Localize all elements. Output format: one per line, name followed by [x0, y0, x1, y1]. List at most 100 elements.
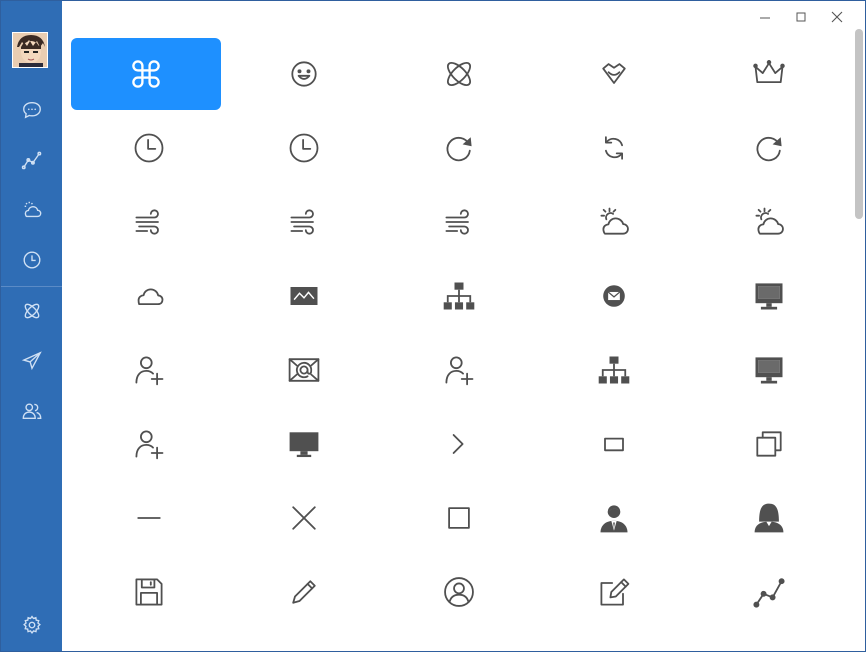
email-at-icon [286, 352, 322, 388]
icon-cell[interactable] [226, 259, 381, 333]
icon-cell[interactable] [381, 111, 536, 185]
icon-cell[interactable] [226, 555, 381, 629]
sidebar-item-atom[interactable] [1, 291, 62, 331]
monitor-icon [751, 352, 787, 388]
icon-cell[interactable] [71, 333, 226, 407]
desktop-icon [286, 426, 322, 462]
sidebar-item-send[interactable] [1, 341, 62, 381]
wind-icon [441, 204, 477, 240]
icon-cell[interactable] [691, 407, 846, 481]
user-add-icon [131, 352, 167, 388]
icon-cell[interactable] [691, 37, 846, 111]
icon-cell[interactable] [71, 481, 226, 555]
icon-cell[interactable] [381, 185, 536, 259]
refresh-icon [441, 130, 477, 166]
sidebar [1, 1, 62, 651]
sidebar-divider [1, 286, 62, 287]
user-circle-icon [441, 574, 477, 610]
icon-cell[interactable] [71, 111, 226, 185]
icon-cell[interactable] [226, 333, 381, 407]
icon-cell[interactable] [691, 185, 846, 259]
gear-icon [22, 615, 41, 635]
minimize-icon [131, 500, 167, 536]
sitemap-icon [441, 278, 477, 314]
icon-cell[interactable] [71, 259, 226, 333]
close-button[interactable] [819, 7, 855, 27]
edit-icon [596, 574, 632, 610]
icon-cell[interactable] [381, 37, 536, 111]
icon-cell[interactable] [536, 111, 691, 185]
icon-cell[interactable] [226, 481, 381, 555]
icon-cell[interactable] [226, 407, 381, 481]
close-icon [286, 500, 322, 536]
icon-cell[interactable] [691, 259, 846, 333]
chat-bubble-icon [22, 101, 41, 119]
icon-cell[interactable] [71, 555, 226, 629]
icon-cell[interactable] [691, 333, 846, 407]
icon-cell[interactable] [536, 259, 691, 333]
icon-cell[interactable] [226, 185, 381, 259]
wind-icon [131, 204, 167, 240]
icon-cell[interactable] [71, 185, 226, 259]
pencil-icon [286, 574, 322, 610]
clock-icon [131, 130, 167, 166]
icon-cell[interactable] [71, 38, 221, 110]
icon-cell[interactable] [536, 37, 691, 111]
user-add-icon [131, 426, 167, 462]
window-controls [747, 7, 855, 27]
icon-cell[interactable] [226, 37, 381, 111]
image-icon [286, 278, 322, 314]
scrollbar-thumb[interactable] [855, 29, 863, 219]
users-icon [22, 403, 41, 420]
sidebar-item-weather[interactable] [1, 190, 62, 230]
close-icon [831, 11, 843, 23]
maximize-icon [441, 500, 477, 536]
chevron-right-icon [441, 426, 477, 462]
icon-cell[interactable] [381, 481, 536, 555]
heart-box-icon [596, 56, 632, 92]
icon-cell[interactable] [226, 111, 381, 185]
cloud-sun-icon [751, 204, 787, 240]
icon-cell[interactable] [691, 111, 846, 185]
icon-cell[interactable] [381, 333, 536, 407]
avatar[interactable] [12, 32, 48, 68]
cloud-sun-icon [24, 201, 41, 218]
wind-icon [286, 204, 322, 240]
sitemap-icon [596, 352, 632, 388]
paper-plane-icon [21, 351, 42, 371]
user-add-icon [441, 352, 477, 388]
icon-gallery [63, 31, 849, 651]
crown-icon [751, 56, 787, 92]
sidebar-item-users[interactable] [1, 391, 62, 431]
icon-cell[interactable] [381, 407, 536, 481]
maximize-button[interactable] [783, 7, 819, 27]
vertical-scrollbar[interactable] [855, 29, 863, 651]
sidebar-item-clock[interactable] [1, 240, 62, 280]
monitor-icon [751, 278, 787, 314]
atom-icon [441, 56, 477, 92]
icon-cell[interactable] [691, 555, 846, 629]
line-chart-icon [751, 574, 787, 610]
sidebar-item-chart[interactable] [1, 140, 62, 180]
maximize-icon [796, 12, 806, 22]
icon-cell[interactable] [71, 407, 226, 481]
icon-cell[interactable] [536, 481, 691, 555]
icon-cell[interactable] [691, 481, 846, 555]
icon-cell[interactable] [536, 185, 691, 259]
icon-cell[interactable] [536, 407, 691, 481]
icon-cell[interactable] [536, 555, 691, 629]
mail-circle-icon [596, 278, 632, 314]
smile-icon [286, 56, 322, 92]
sidebar-item-chat[interactable] [1, 90, 62, 130]
settings-button[interactable] [1, 605, 62, 645]
refresh-icon [751, 130, 787, 166]
icon-grid [71, 37, 846, 629]
minimize-button[interactable] [747, 7, 783, 27]
icon-cell[interactable] [381, 259, 536, 333]
minimize-icon [760, 17, 770, 19]
icon-cell[interactable] [536, 333, 691, 407]
line-chart-icon [21, 151, 41, 170]
user-tie-icon [596, 500, 632, 536]
icon-cell[interactable] [381, 555, 536, 629]
cloud-sun-icon [596, 204, 632, 240]
